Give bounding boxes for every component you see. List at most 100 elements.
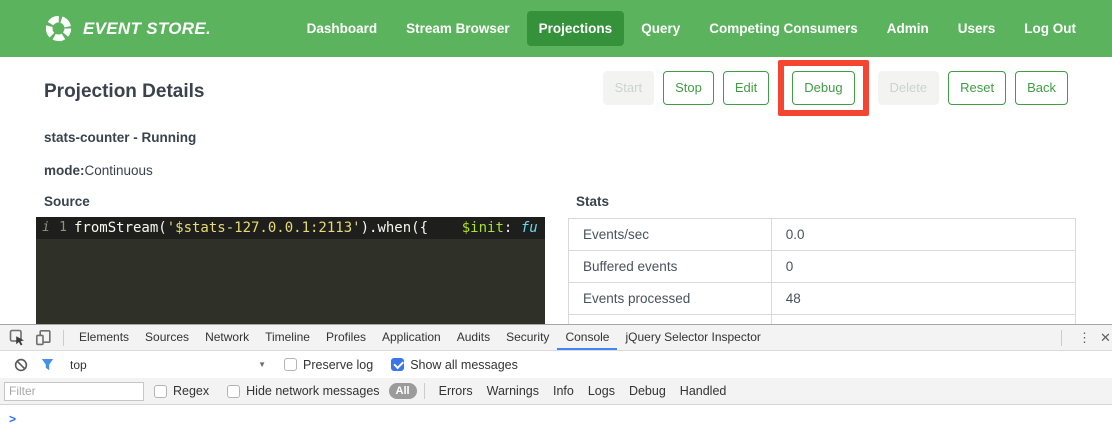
page-title: Projection Details <box>44 81 205 103</box>
stat-label: Events/sec <box>569 218 772 250</box>
stats-heading: Stats <box>568 194 1076 209</box>
level-filter-info[interactable]: Info <box>546 384 581 398</box>
stat-value: 0 <box>771 250 1075 282</box>
nav-item-logout[interactable]: Log Out <box>1012 11 1088 46</box>
tab-timeline[interactable]: Timeline <box>257 325 318 350</box>
nav-item-projections[interactable]: Projections <box>527 11 625 46</box>
code-line: i 1 fromStream('$stats-127.0.0.1:2113').… <box>36 217 545 239</box>
stat-value <box>771 314 1075 324</box>
nav-menu: Dashboard Stream Browser Projections Que… <box>295 11 1088 46</box>
hide-network-messages-label[interactable]: Hide network messages <box>246 384 379 398</box>
filter-funnel-icon[interactable] <box>34 352 60 378</box>
code-seg-plain: ).when({ <box>361 220 428 236</box>
show-all-messages-checkbox[interactable] <box>391 358 404 371</box>
level-filter-handled[interactable]: Handled <box>673 384 734 398</box>
nav-item-users[interactable]: Users <box>946 11 1008 46</box>
logo-text: EVENT STORE. <box>83 19 211 39</box>
clear-console-icon[interactable] <box>8 352 34 378</box>
level-filter-warnings[interactable]: Warnings <box>480 384 546 398</box>
debug-highlight-box: Debug <box>778 60 868 116</box>
page-header: Projection Details Start Stop Edit Debug… <box>0 57 1112 105</box>
code-seg-string: '$stats-127.0.0.1:2113' <box>167 220 361 236</box>
stats-section: Stats Events/sec 0.0 Buffered events 0 E… <box>568 194 1076 324</box>
level-filter-all-badge[interactable]: All <box>389 383 417 399</box>
tab-network[interactable]: Network <box>197 325 257 350</box>
code-seg-keyword: fu <box>521 220 538 236</box>
debug-button[interactable]: Debug <box>792 71 854 105</box>
mode-label: mode: <box>44 163 85 178</box>
level-filter-debug[interactable]: Debug <box>622 384 673 398</box>
gutter-info-annotation: i <box>42 220 50 235</box>
console-toolbar: top ▼ Preserve log Show all messages <box>0 351 1112 378</box>
tab-profiles[interactable]: Profiles <box>318 325 374 350</box>
regex-checkbox[interactable] <box>154 385 167 398</box>
aperture-ring-icon <box>44 14 73 43</box>
back-button[interactable]: Back <box>1015 71 1068 105</box>
chevron-down-icon: ▼ <box>258 360 266 369</box>
device-toolbar-icon[interactable] <box>30 325 56 351</box>
code-seg-plain: fromStream( <box>74 220 167 236</box>
table-row: Events/sec 0.0 <box>569 218 1076 250</box>
start-button[interactable]: Start <box>603 71 654 105</box>
mode-value: Continuous <box>85 163 153 178</box>
inspect-element-icon[interactable] <box>4 325 30 351</box>
code-text: fromStream('$stats-127.0.0.1:2113').when… <box>74 220 538 236</box>
line-number: 1 <box>59 220 67 235</box>
nav-item-admin[interactable]: Admin <box>875 11 941 46</box>
table-row: Buffered events 0 <box>569 250 1076 282</box>
tab-console[interactable]: Console <box>557 325 617 350</box>
devtools-tabbar: Elements Sources Network Timeline Profil… <box>0 325 1112 351</box>
devtools-panel: Elements Sources Network Timeline Profil… <box>0 324 1112 440</box>
tab-security[interactable]: Security <box>498 325 557 350</box>
editor-gutter: i 1 <box>36 220 74 235</box>
kebab-menu-icon[interactable]: ⋮ <box>1069 330 1100 346</box>
nav-item-dashboard[interactable]: Dashboard <box>295 11 390 46</box>
eventstore-logo[interactable]: EVENT STORE. <box>44 14 211 43</box>
divider <box>424 383 425 399</box>
edit-button[interactable]: Edit <box>723 71 769 105</box>
execution-context-selector[interactable]: top ▼ <box>70 358 266 372</box>
console-filter-bar: Regex Hide network messages All Errors W… <box>0 378 1112 405</box>
hide-network-messages-checkbox[interactable] <box>227 385 240 398</box>
tab-application[interactable]: Application <box>374 325 449 350</box>
table-row: Events processed 48 <box>569 282 1076 314</box>
level-filter-logs[interactable]: Logs <box>581 384 622 398</box>
tab-elements[interactable]: Elements <box>71 325 137 350</box>
stat-value: 0.0 <box>771 218 1075 250</box>
code-seg-space <box>428 220 462 236</box>
source-section: Source i 1 fromStream('$stats-127.0.0.1:… <box>36 194 545 324</box>
console-output-area[interactable]: > <box>0 405 1112 440</box>
table-row <box>569 314 1076 324</box>
divider <box>1061 330 1062 346</box>
nav-item-query[interactable]: Query <box>629 11 692 46</box>
code-seg-entity: $init <box>462 220 504 236</box>
regex-label[interactable]: Regex <box>173 384 209 398</box>
source-code-editor[interactable]: i 1 fromStream('$stats-127.0.0.1:2113').… <box>36 217 545 324</box>
close-icon[interactable]: ✕ <box>1100 330 1112 346</box>
context-selector-value: top <box>70 358 87 372</box>
level-filter-errors[interactable]: Errors <box>432 384 480 398</box>
stat-label: Buffered events <box>569 250 772 282</box>
projection-status: stats-counter - Running <box>0 130 1112 145</box>
nav-item-stream-browser[interactable]: Stream Browser <box>394 11 522 46</box>
preserve-log-label[interactable]: Preserve log <box>303 358 373 372</box>
delete-button[interactable]: Delete <box>878 71 940 105</box>
stats-table: Events/sec 0.0 Buffered events 0 Events … <box>568 218 1076 324</box>
filter-input[interactable] <box>4 382 144 401</box>
source-heading: Source <box>36 194 545 209</box>
preserve-log-checkbox[interactable] <box>284 358 297 371</box>
divider <box>63 330 64 346</box>
nav-item-competing-consumers[interactable]: Competing Consumers <box>697 11 870 46</box>
console-prompt-chevron-icon[interactable]: > <box>0 405 1112 426</box>
code-seg-plain: : <box>504 220 521 236</box>
tab-jquery-selector-inspector[interactable]: jQuery Selector Inspector <box>617 325 768 350</box>
tab-sources[interactable]: Sources <box>137 325 197 350</box>
show-all-messages-label[interactable]: Show all messages <box>410 358 518 372</box>
tab-audits[interactable]: Audits <box>449 325 498 350</box>
stop-button[interactable]: Stop <box>663 71 714 105</box>
projection-actions: Start Stop Edit Debug Delete Reset Back <box>603 71 1068 105</box>
reset-button[interactable]: Reset <box>948 71 1006 105</box>
details-columns: Source i 1 fromStream('$stats-127.0.0.1:… <box>0 194 1112 324</box>
devtools-window-controls: ⋮ ✕ <box>1054 330 1112 346</box>
top-navbar: EVENT STORE. Dashboard Stream Browser Pr… <box>0 0 1112 57</box>
